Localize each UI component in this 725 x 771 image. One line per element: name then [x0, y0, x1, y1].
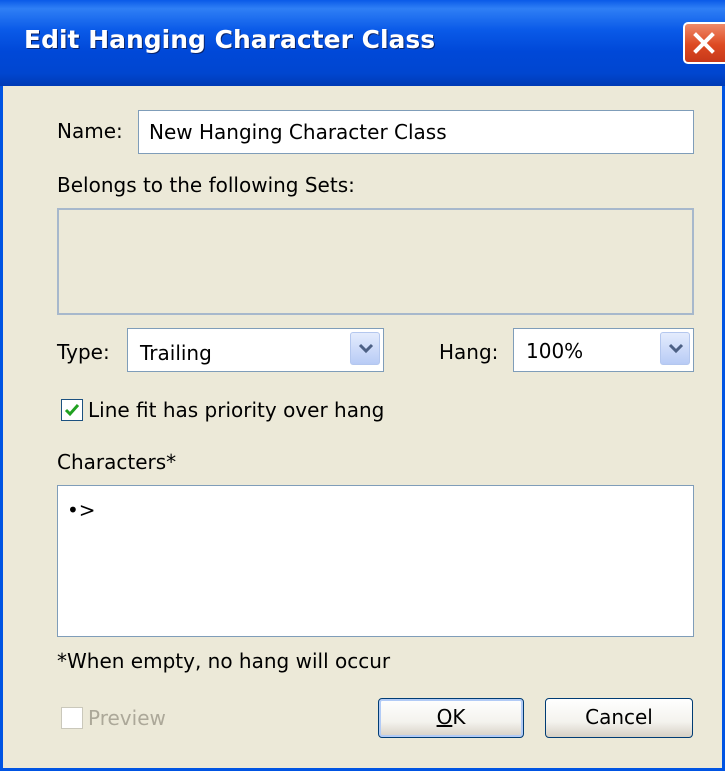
hang-label: Hang:: [439, 340, 499, 364]
line-fit-checkbox[interactable]: [61, 399, 83, 421]
ok-button-accel: O: [436, 705, 453, 729]
name-input-value: New Hanging Character Class: [149, 120, 447, 144]
characters-value: •>: [67, 498, 96, 522]
close-icon: [693, 32, 715, 54]
characters-textarea[interactable]: •>: [57, 485, 694, 637]
characters-label: Characters*: [57, 450, 177, 474]
ok-button[interactable]: OK: [378, 698, 524, 738]
chevron-down-icon: [358, 343, 374, 354]
type-label: Type:: [57, 340, 110, 364]
checkmark-icon: [64, 404, 80, 417]
hang-dropdown-value: 100%: [526, 339, 584, 363]
ok-button-label: K: [452, 705, 466, 729]
sets-list: [57, 208, 694, 315]
cancel-button[interactable]: Cancel: [545, 698, 693, 738]
close-button[interactable]: [683, 22, 725, 64]
title-bar[interactable]: Edit Hanging Character Class: [0, 0, 725, 86]
hang-dropdown-arrow[interactable]: [660, 332, 690, 365]
type-dropdown-value: Trailing: [140, 341, 212, 365]
preview-label: Preview: [88, 706, 166, 730]
name-input[interactable]: New Hanging Character Class: [138, 110, 694, 154]
name-label: Name:: [57, 119, 123, 143]
hang-dropdown[interactable]: 100%: [513, 328, 694, 372]
type-dropdown-arrow[interactable]: [350, 332, 380, 365]
sets-label: Belongs to the following Sets:: [57, 173, 355, 197]
preview-checkbox[interactable]: [61, 707, 83, 729]
type-dropdown[interactable]: Trailing: [127, 328, 384, 372]
line-fit-label[interactable]: Line fit has priority over hang: [88, 398, 384, 422]
chevron-down-icon: [668, 343, 684, 354]
characters-note: *When empty, no hang will occur: [57, 649, 391, 673]
dialog-title: Edit Hanging Character Class: [24, 25, 436, 54]
